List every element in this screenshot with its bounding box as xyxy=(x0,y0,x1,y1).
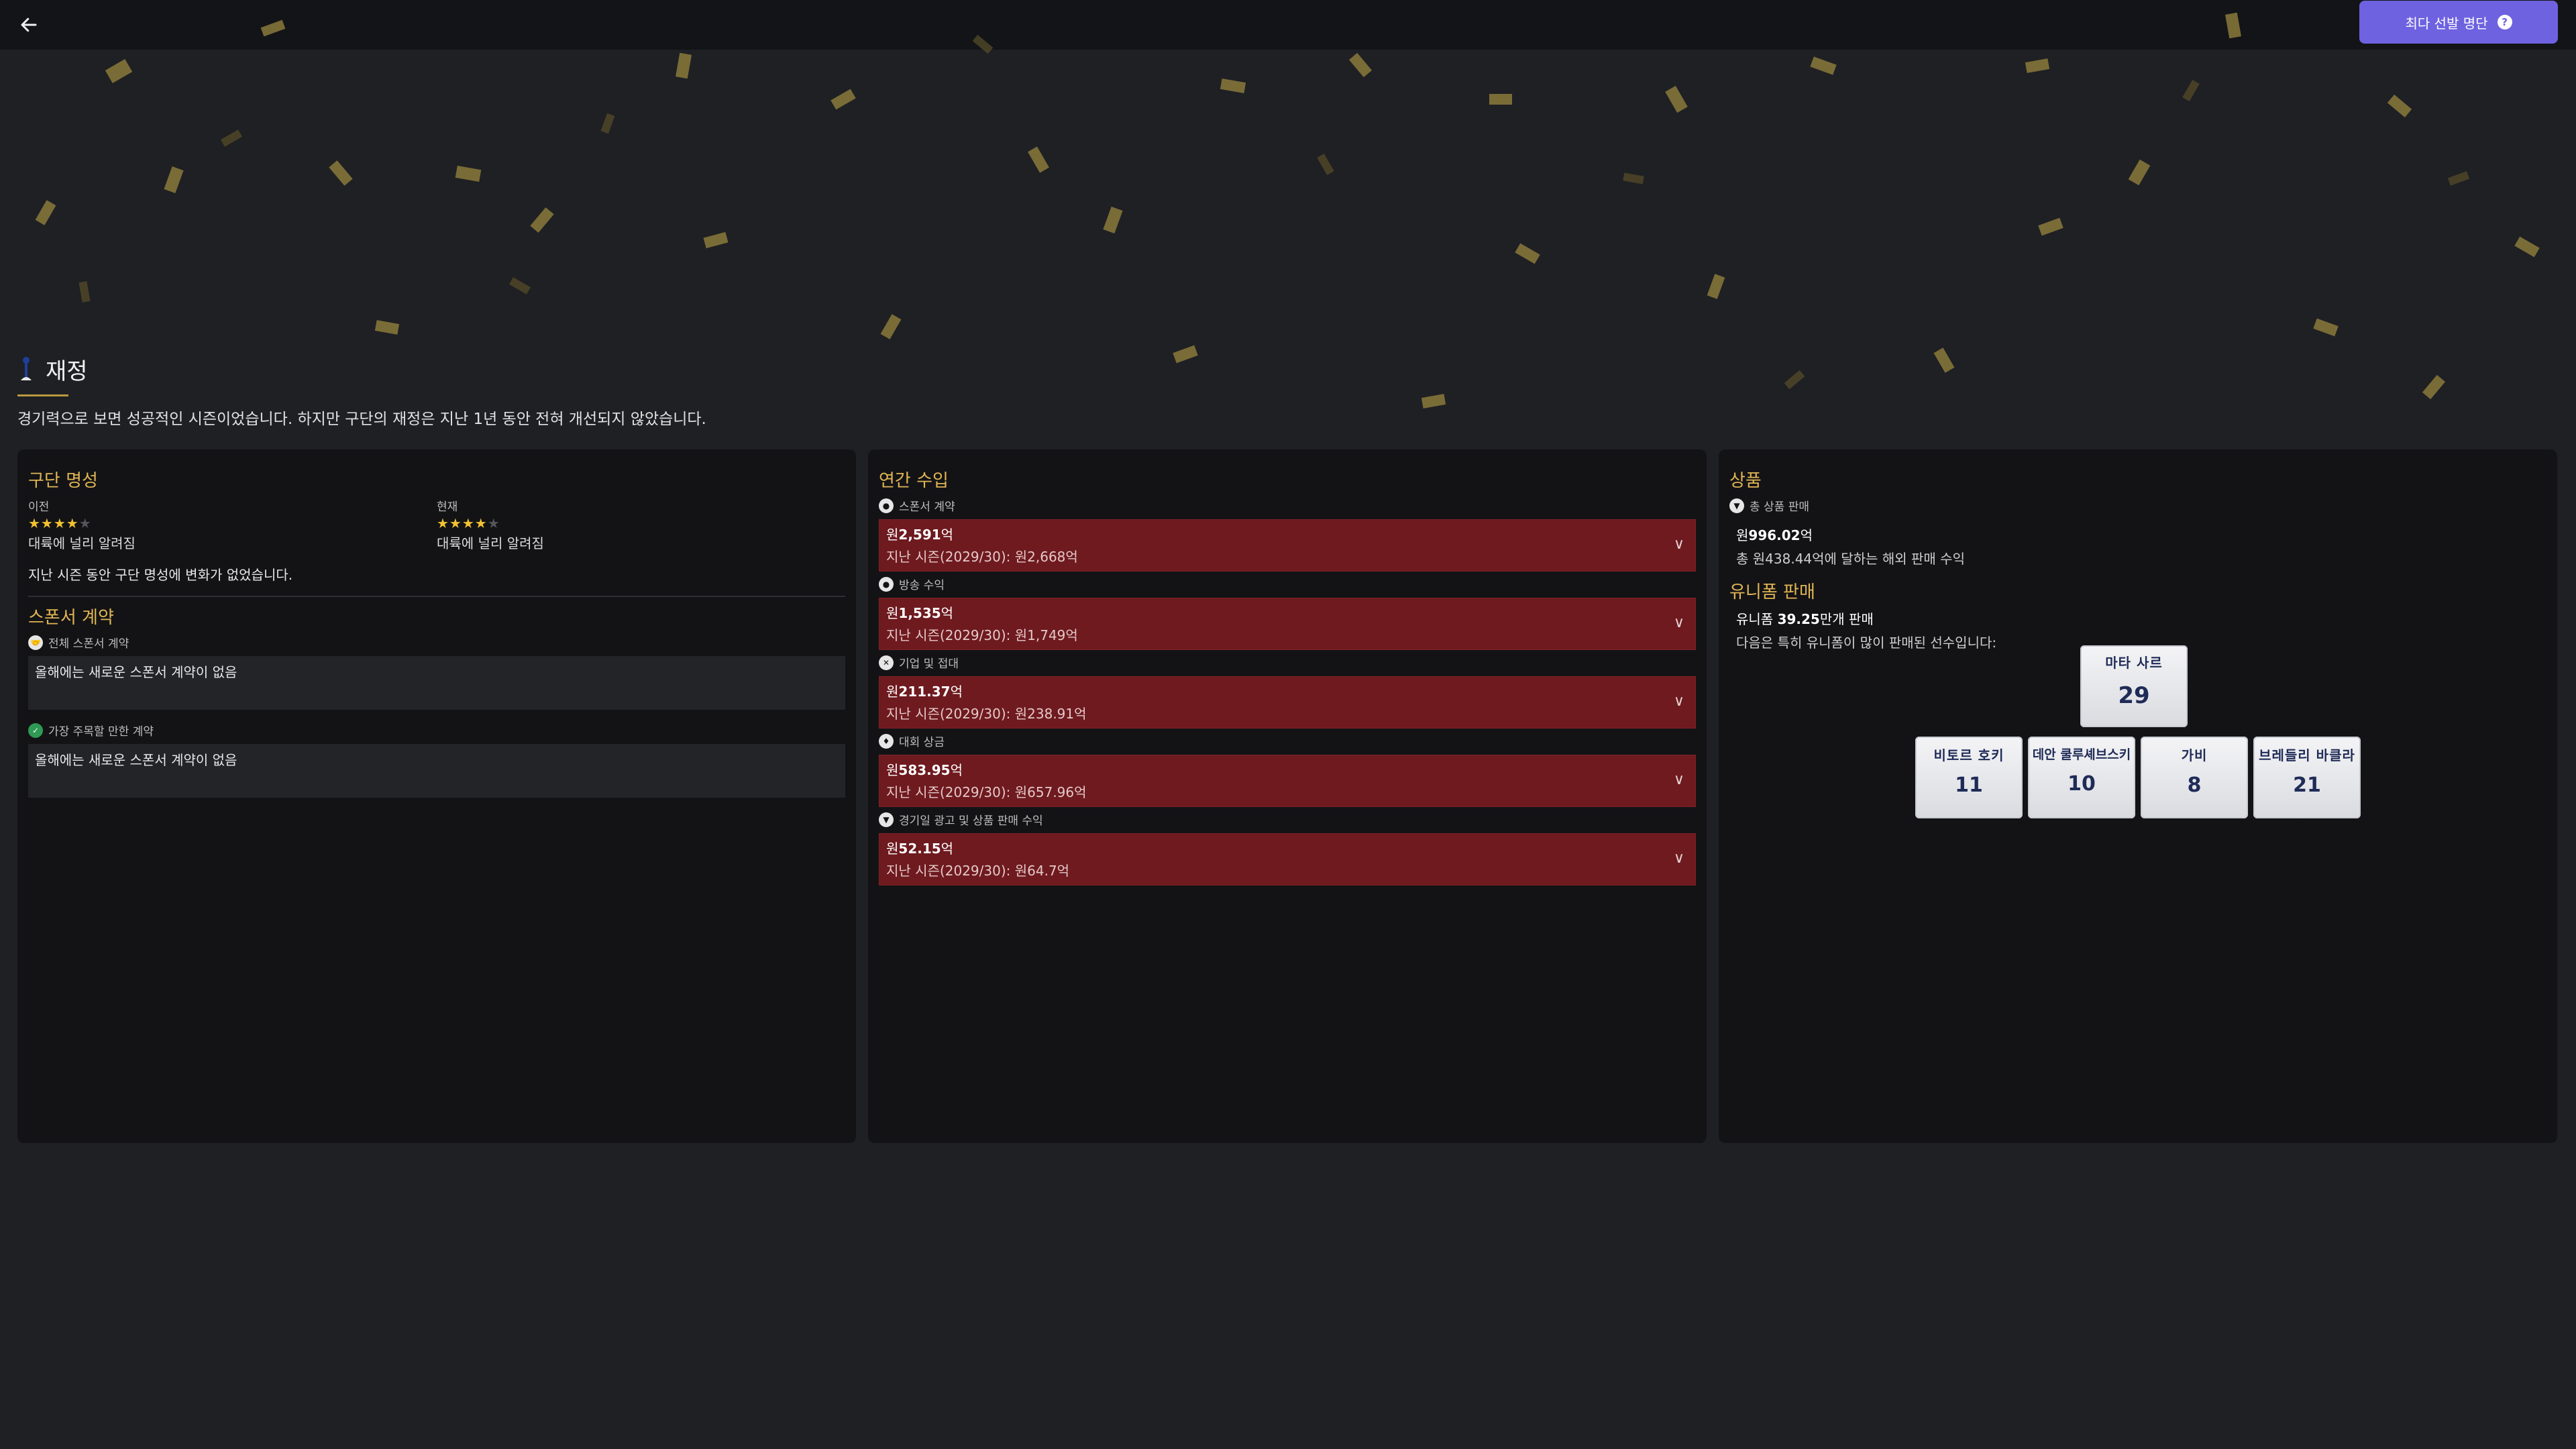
sponsor-title: 스폰서 계약 xyxy=(28,608,114,628)
jersey-card: 마타 사르 29 xyxy=(2080,645,2188,727)
finance-icon xyxy=(21,357,32,380)
jersey-number: 10 xyxy=(2068,772,2096,796)
reputation-previous: 이전 ★★★★★ 대륙에 널리 알려짐 xyxy=(28,497,437,552)
jersey-player-name: 브레들리 바클라 xyxy=(2259,747,2355,763)
revenue-matchday-bar[interactable]: 원52.15억 지난 시즌(2029/30): 원64.7억 ∨ xyxy=(879,833,1696,885)
revenue-amount: 원1,535억 xyxy=(886,605,954,621)
reputation-previous-stars: ★★★★★ xyxy=(28,515,92,531)
revenue-item-label: 대회 상금 xyxy=(899,736,945,749)
handshake-icon: ● xyxy=(879,498,894,513)
title-underline xyxy=(17,394,68,396)
uniform-sales-amount: 유니폼 39.25만개 판매 xyxy=(1736,611,1874,627)
revenue-item-label: 기업 및 접대 xyxy=(899,657,959,671)
shirt-icon: ▼ xyxy=(1729,498,1744,513)
revenue-item-label: 스폰서 계약 xyxy=(899,500,955,514)
total-merch-amount: 원996.02억 xyxy=(1736,527,1813,543)
revenue-previous: 지난 시즌(2029/30): 원238.91억 xyxy=(886,706,1087,722)
jersey-card: 브레들리 바클라 21 xyxy=(2253,737,2361,818)
jersey-player-name: 마타 사르 xyxy=(2105,655,2163,671)
chevron-down-icon: ∨ xyxy=(1673,693,1684,710)
revenue-item: ● 방송 수익 원1,535억 지난 시즌(2029/30): 원1,749억 … xyxy=(879,576,1696,650)
all-sponsors-value: 올해에는 새로운 스폰서 계약이 없음 xyxy=(35,664,237,680)
chevron-down-icon: ∨ xyxy=(1673,614,1684,631)
chevron-down-icon: ∨ xyxy=(1673,536,1684,553)
reputation-current-label: 현재 xyxy=(437,500,458,514)
revenue-item: ♦ 대회 상금 원583.95억 지난 시즌(2029/30): 원657.96… xyxy=(879,733,1696,807)
reputation-note: 지난 시즌 동안 구단 명성에 변화가 없었습니다. xyxy=(28,567,293,583)
uniform-sales-title: 유니폼 판매 xyxy=(1729,582,1815,602)
jersey-card: 비토르 호키 11 xyxy=(1915,737,2023,818)
revenue-amount: 원52.15억 xyxy=(886,841,954,857)
revenue-sponsor-bar[interactable]: 원2,591억 지난 시즌(2029/30): 원2,668억 ∨ xyxy=(879,519,1696,572)
back-button[interactable] xyxy=(15,11,43,39)
revenue-item: ● 스폰서 계약 원2,591억 지난 시즌(2029/30): 원2,668억… xyxy=(879,497,1696,572)
jersey-number: 11 xyxy=(1955,773,1983,797)
revenue-item: ✕ 기업 및 접대 원211.37억 지난 시즌(2029/30): 원238.… xyxy=(879,654,1696,729)
revenue-item: ▼ 경기일 광고 및 상품 판매 수익 원52.15억 지난 시즌(2029/3… xyxy=(879,811,1696,885)
jersey-player-name: 가비 xyxy=(2181,747,2208,763)
shirt-icon: ▼ xyxy=(879,812,894,827)
revenue-item-label: 경기일 광고 및 상품 판매 수익 xyxy=(899,814,1043,828)
broadcast-icon: ● xyxy=(879,576,894,592)
notable-deal-value: 올해에는 새로운 스폰서 계약이 없음 xyxy=(35,752,237,768)
jersey-card: 가비 8 xyxy=(2141,737,2248,818)
revenue-previous: 지난 시즌(2029/30): 원2,668억 xyxy=(886,549,1078,565)
jersey-player-name: 데안 쿨루셰브스키 xyxy=(2032,747,2131,762)
revenue-amount: 원2,591억 xyxy=(886,527,954,543)
top-bar: 최다 선발 명단 ? xyxy=(0,0,2576,50)
section-divider xyxy=(28,596,845,597)
reputation-previous-label: 이전 xyxy=(28,500,50,514)
reputation-previous-text: 대륙에 널리 알려짐 xyxy=(28,535,136,551)
hospitality-icon: ✕ xyxy=(879,655,894,670)
jersey-player-name: 비토르 호키 xyxy=(1933,747,2004,763)
arrow-left-icon xyxy=(21,17,37,32)
notable-deal-icon: ✓ xyxy=(28,722,43,738)
page-title: 재정 xyxy=(46,358,88,385)
jersey-number: 8 xyxy=(2187,773,2202,797)
merch-title: 상품 xyxy=(1729,471,1762,491)
all-sponsors-box: 올해에는 새로운 스폰서 계약이 없음 xyxy=(28,656,845,710)
best-lineup-label: 최다 선발 명단 xyxy=(2405,15,2488,32)
chevron-down-icon: ∨ xyxy=(1673,850,1684,867)
revenue-panel: 연간 수입 ● 스폰서 계약 원2,591억 지난 시즌(2029/30): 원… xyxy=(868,449,1707,1143)
notable-deal-box: 올해에는 새로운 스폰서 계약이 없음 xyxy=(28,744,845,798)
chevron-down-icon: ∨ xyxy=(1673,771,1684,788)
reputation-current: 현재 ★★★★★ 대륙에 널리 알려짐 xyxy=(437,497,845,552)
reputation-current-stars: ★★★★★ xyxy=(437,515,500,531)
overseas-sales-text: 총 원438.44억에 달하는 해외 판매 수익 xyxy=(1736,551,1965,567)
revenue-amount: 원583.95억 xyxy=(886,762,963,778)
revenue-broadcast-bar[interactable]: 원1,535억 지난 시즌(2029/30): 원1,749억 ∨ xyxy=(879,598,1696,650)
revenue-amount: 원211.37억 xyxy=(886,684,963,700)
revenue-title: 연간 수입 xyxy=(879,471,949,491)
jersey-number: 29 xyxy=(2118,682,2150,709)
revenue-previous: 지난 시즌(2029/30): 원657.96억 xyxy=(886,784,1087,800)
jersey-card: 데안 쿨루셰브스키 10 xyxy=(2028,737,2135,818)
revenue-previous: 지난 시즌(2029/30): 원64.7억 xyxy=(886,863,1070,879)
revenue-prize-bar[interactable]: 원583.95억 지난 시즌(2029/30): 원657.96억 ∨ xyxy=(879,755,1696,807)
notable-deal-label: 가장 주목할 만한 계약 xyxy=(48,725,154,739)
reputation-title: 구단 명성 xyxy=(28,471,98,491)
jersey-number: 21 xyxy=(2293,773,2321,797)
total-merch-label: 총 상품 판매 xyxy=(1750,500,1810,514)
page-subtitle: 경기력으로 보면 성공적인 시즌이었습니다. 하지만 구단의 재정은 지난 1년… xyxy=(17,411,706,428)
revenue-previous: 지난 시즌(2029/30): 원1,749억 xyxy=(886,627,1078,643)
all-sponsors-label: 전체 스폰서 계약 xyxy=(48,637,129,651)
trophy-icon: ♦ xyxy=(879,733,894,749)
merch-panel: 상품 ▼ 총 상품 판매 원996.02억 총 원438.44억에 달하는 해외… xyxy=(1719,449,2557,1143)
reputation-panel: 구단 명성 이전 ★★★★★ 대륙에 널리 알려짐 현재 ★★★★★ 대륙에 널… xyxy=(17,449,856,1143)
reputation-current-text: 대륙에 널리 알려짐 xyxy=(437,535,544,551)
revenue-hospitality-bar[interactable]: 원211.37억 지난 시즌(2029/30): 원238.91억 ∨ xyxy=(879,676,1696,729)
best-lineup-button[interactable]: 최다 선발 명단 ? xyxy=(2359,1,2558,44)
handshake-icon: 🤝 xyxy=(28,635,43,650)
page-header: 재정 경기력으로 보면 성공적인 시즌이었습니다. 하지만 구단의 재정은 지난… xyxy=(17,349,2553,429)
question-icon: ? xyxy=(2497,15,2512,30)
revenue-item-label: 방송 수익 xyxy=(899,579,945,592)
